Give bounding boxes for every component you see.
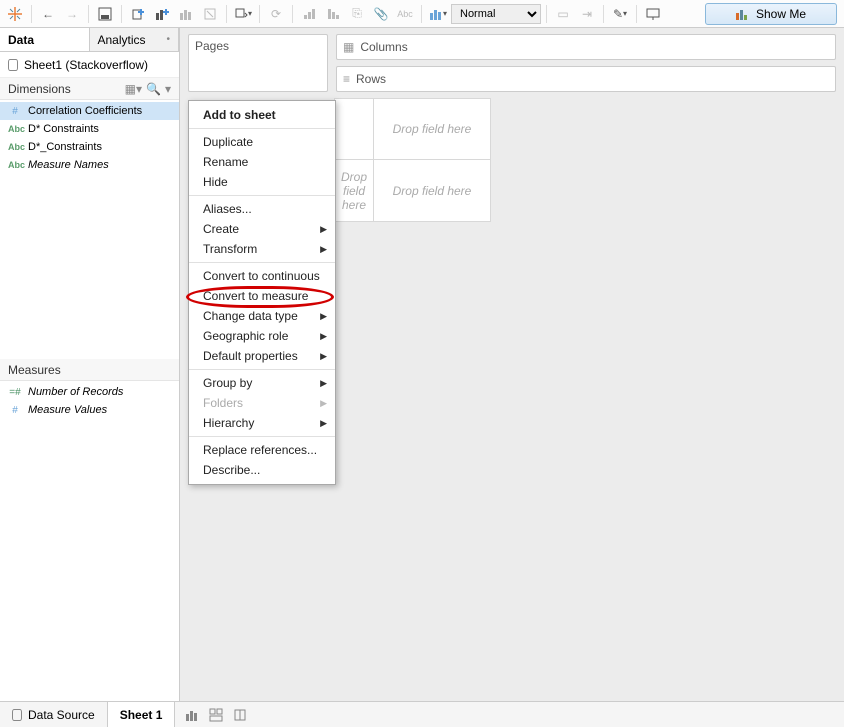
- ctx-rename[interactable]: Rename: [189, 152, 335, 172]
- chevron-right-icon: ▶: [320, 244, 327, 255]
- ctx-convert-continuous[interactable]: Convert to continuous: [189, 266, 335, 286]
- ctx-describe[interactable]: Describe...: [189, 460, 335, 480]
- ctx-folders: Folders▶: [189, 393, 335, 413]
- sheet-tabs: Data Source Sheet 1: [0, 701, 844, 727]
- fix-axis-button: ⇥: [576, 3, 598, 25]
- chevron-right-icon: ▶: [320, 378, 327, 389]
- hash-icon: #: [8, 405, 22, 416]
- new-dashboard-icon[interactable]: [209, 708, 223, 722]
- pages-shelf[interactable]: Pages: [188, 34, 328, 92]
- ctx-convert-measure[interactable]: Convert to measure: [189, 286, 335, 306]
- abc-icon: Abc: [8, 160, 22, 170]
- columns-icon: ▦: [343, 40, 354, 54]
- field-d-underscore-constraints[interactable]: AbcD*_Constraints: [0, 138, 179, 156]
- duplicate-button: [175, 3, 197, 25]
- show-me-label: Show Me: [756, 7, 806, 21]
- ctx-group-by[interactable]: Group by▶: [189, 373, 335, 393]
- hash-icon: #: [8, 106, 22, 117]
- fit-icon[interactable]: ▾: [427, 3, 449, 25]
- datasource-name: Sheet1 (Stackoverflow): [24, 58, 148, 72]
- new-worksheet-button[interactable]: [151, 3, 173, 25]
- rows-shelf[interactable]: ≡Rows: [336, 66, 836, 92]
- ctx-replace-references[interactable]: Replace references...: [189, 440, 335, 460]
- mark-label-button: ▭: [552, 3, 574, 25]
- dropzone-main[interactable]: Drop field here: [374, 160, 491, 222]
- back-button[interactable]: ←: [37, 3, 59, 25]
- clear-button: [199, 3, 221, 25]
- ctx-aliases[interactable]: Aliases...: [189, 199, 335, 219]
- dropzone-left[interactable]: Drop field here: [334, 160, 374, 222]
- datasource-icon: [12, 709, 22, 721]
- ctx-geographic-role[interactable]: Geographic role▶: [189, 326, 335, 346]
- sort-asc-button: [298, 3, 320, 25]
- presentation-button[interactable]: [642, 3, 664, 25]
- ctx-duplicate[interactable]: Duplicate: [189, 132, 335, 152]
- pin-button: 📎: [370, 3, 392, 25]
- fit-select[interactable]: Normal: [451, 4, 541, 24]
- tableau-logo[interactable]: [4, 3, 26, 25]
- ctx-transform[interactable]: Transform▶: [189, 239, 335, 259]
- chevron-right-icon: ▶: [320, 351, 327, 362]
- rows-icon: ≡: [343, 72, 350, 86]
- ctx-hide[interactable]: Hide: [189, 172, 335, 192]
- context-menu: Add to sheet Duplicate Rename Hide Alias…: [188, 100, 336, 485]
- field-measure-values[interactable]: #Measure Values: [0, 401, 179, 419]
- abc-button: Abc: [394, 3, 416, 25]
- chevron-right-icon: ▶: [320, 224, 327, 235]
- highlight-button[interactable]: ✎▾: [609, 3, 631, 25]
- measures-header: Measures: [0, 359, 179, 381]
- menu-icon[interactable]: ▾: [165, 82, 171, 96]
- ctx-change-data-type[interactable]: Change data type▶: [189, 306, 335, 326]
- chevron-right-icon: ▶: [320, 311, 327, 322]
- field-correlation-coefficients[interactable]: #Correlation Coefficients: [0, 102, 179, 120]
- dropzone-corner[interactable]: [334, 98, 374, 160]
- dimensions-list: #Correlation Coefficients AbcD* Constrai…: [0, 100, 179, 176]
- group-button: ⎘: [346, 3, 368, 25]
- datasource-row[interactable]: Sheet1 (Stackoverflow): [0, 52, 179, 78]
- view-toggle-icon[interactable]: ▦▾: [125, 82, 142, 96]
- sort-desc-button: [322, 3, 344, 25]
- new-data-source-button[interactable]: [127, 3, 149, 25]
- tab-data-source[interactable]: Data Source: [0, 702, 108, 727]
- toolbar: ← → ▾ ⟳ ⎘ 📎 Abc ▾ Normal ▭ ⇥ ✎▾ Show Me: [0, 0, 844, 28]
- ctx-create[interactable]: Create▶: [189, 219, 335, 239]
- abc-icon: Abc: [8, 124, 22, 134]
- chevron-right-icon: ▶: [320, 331, 327, 342]
- save-button[interactable]: [94, 3, 116, 25]
- dimensions-header: Dimensions ▦▾🔍▾: [0, 78, 179, 100]
- forward-button: →: [61, 3, 83, 25]
- tab-analytics[interactable]: Analytics•: [90, 28, 180, 51]
- columns-shelf[interactable]: ▦Columns: [336, 34, 836, 60]
- new-story-icon[interactable]: [233, 708, 247, 722]
- chevron-right-icon: ▶: [320, 398, 327, 409]
- dropzone-top[interactable]: Drop field here: [374, 98, 491, 160]
- ctx-default-properties[interactable]: Default properties▶: [189, 346, 335, 366]
- show-me-button[interactable]: Show Me: [705, 3, 837, 25]
- hash-icon: =#: [8, 387, 22, 398]
- ctx-hierarchy[interactable]: Hierarchy▶: [189, 413, 335, 433]
- tab-sheet1[interactable]: Sheet 1: [108, 702, 176, 727]
- measures-list: =#Number of Records #Measure Values: [0, 381, 179, 421]
- datasource-icon: [8, 59, 18, 71]
- field-d-constraints[interactable]: AbcD* Constraints: [0, 120, 179, 138]
- new-worksheet-icon[interactable]: [185, 708, 199, 722]
- search-icon[interactable]: 🔍: [146, 82, 161, 96]
- field-number-of-records[interactable]: =#Number of Records: [0, 383, 179, 401]
- chevron-right-icon: ▶: [320, 418, 327, 429]
- data-pane: Data Analytics• Sheet1 (Stackoverflow) D…: [0, 28, 180, 701]
- ctx-add-to-sheet[interactable]: Add to sheet: [189, 105, 335, 125]
- abc-icon: Abc: [8, 142, 22, 152]
- field-measure-names[interactable]: AbcMeasure Names: [0, 156, 179, 174]
- show-me-icon: [736, 8, 750, 20]
- swap-button[interactable]: ▾: [232, 3, 254, 25]
- tab-data[interactable]: Data: [0, 28, 90, 51]
- refresh-button: ⟳: [265, 3, 287, 25]
